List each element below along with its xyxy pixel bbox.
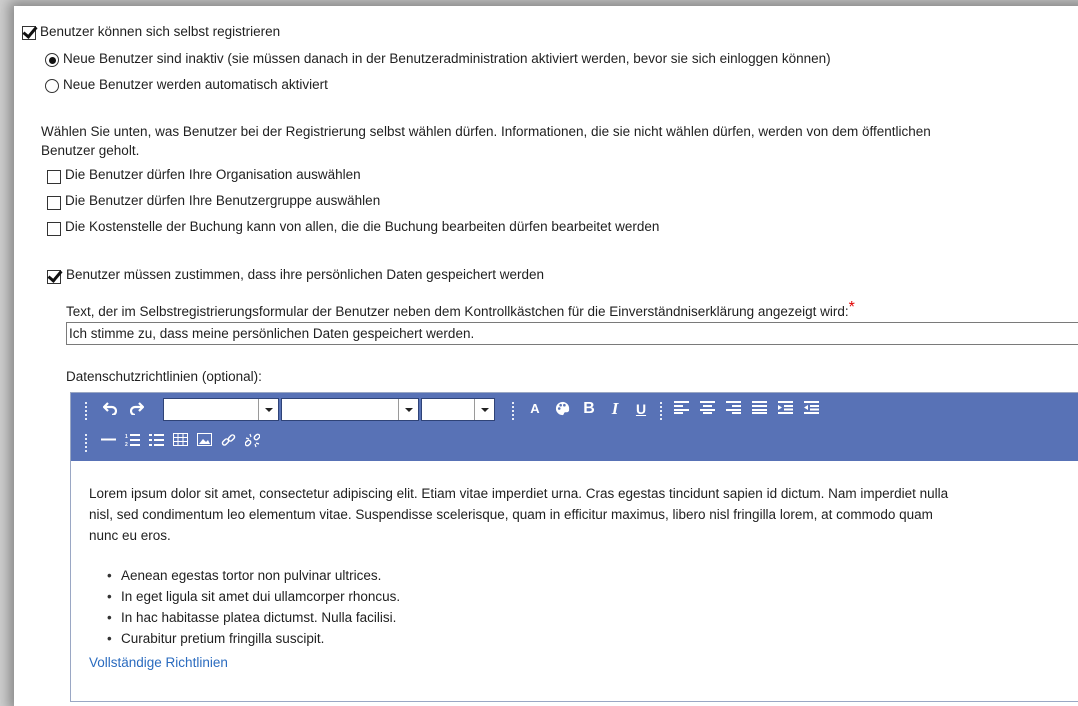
toolbar-separator	[512, 402, 514, 420]
paragraph-line: nunc eu eros.	[89, 528, 171, 543]
group-select-label: Die Benutzer dürfen Ihre Benutzergruppe …	[65, 193, 381, 208]
self-registration-checkbox[interactable]	[22, 26, 36, 40]
unlink-icon[interactable]	[241, 430, 263, 452]
privacy-editor: A B I U 1 2 Lorem ipsum dolor sit amet, …	[70, 392, 1078, 702]
toolbar-grip	[85, 402, 87, 420]
palette-icon[interactable]	[551, 398, 573, 420]
cost-center-label: Die Kostenstelle der Buchung kann von al…	[65, 219, 660, 234]
group-select-checkbox[interactable]	[47, 196, 61, 210]
radio-auto-activate-label: Neue Benutzer werden automatisch aktivie…	[63, 77, 328, 92]
svg-text:2: 2	[125, 442, 128, 447]
font-color-icon[interactable]: A	[524, 398, 546, 420]
underline-icon[interactable]: U	[630, 398, 652, 420]
list-item: Curabitur pretium fringilla suscipit.	[107, 628, 400, 649]
consent-label: Benutzer müssen zustimmen, dass ihre per…	[66, 267, 544, 282]
cost-center-checkbox[interactable]	[47, 222, 61, 236]
full-policy-link[interactable]: Vollständige Richtlinien	[89, 655, 228, 670]
horizontal-rule-icon[interactable]	[97, 430, 119, 452]
unordered-list-icon[interactable]	[145, 430, 167, 452]
ordered-list-icon[interactable]: 12	[121, 430, 143, 452]
link-icon[interactable]	[217, 430, 239, 452]
privacy-label: Datenschutzrichtlinien (optional):	[66, 369, 262, 384]
undo-icon[interactable]	[99, 398, 121, 420]
table-icon[interactable]	[169, 430, 191, 452]
redo-icon[interactable]	[126, 398, 148, 420]
self-registration-label: Benutzer können sich selbst registrieren	[40, 24, 281, 39]
justify-icon[interactable]	[748, 398, 770, 420]
indent-icon[interactable]	[774, 398, 796, 420]
radio-inactive[interactable]	[45, 53, 59, 67]
org-select-checkbox[interactable]	[47, 170, 61, 184]
chevron-down-icon	[398, 399, 418, 420]
privacy-bullet-list: Aenean egestas tortor non pulvinar ultri…	[107, 565, 400, 649]
radio-inactive-label: Neue Benutzer sind inaktiv (sie müssen d…	[63, 51, 831, 66]
selection-info-line1: Wählen Sie unten, was Benutzer bei der R…	[41, 124, 931, 139]
image-icon[interactable]	[193, 430, 215, 452]
required-mark: *	[848, 299, 855, 316]
toolbar-separator	[660, 402, 662, 420]
org-select-label: Die Benutzer dürfen Ihre Organisation au…	[65, 167, 361, 182]
consent-text-input[interactable]	[66, 322, 1078, 345]
italic-icon[interactable]: I	[604, 398, 626, 420]
list-item: In hac habitasse platea dictumst. Nulla …	[107, 607, 400, 628]
paragraph-line: Lorem ipsum dolor sit amet, consectetur …	[89, 486, 949, 501]
editor-content[interactable]: Lorem ipsum dolor sit amet, consectetur …	[71, 461, 1078, 701]
align-center-icon[interactable]	[696, 398, 718, 420]
consent-text-label: Text, der im Selbstregistrierungsformula…	[66, 299, 855, 319]
settings-panel: Benutzer können sich selbst registrieren…	[14, 6, 1078, 706]
align-left-icon[interactable]	[670, 398, 692, 420]
font-family-select[interactable]	[163, 398, 279, 421]
svg-text:1: 1	[125, 434, 128, 440]
list-item: Aenean egestas tortor non pulvinar ultri…	[107, 565, 400, 586]
chevron-down-icon	[474, 399, 494, 420]
font-size-select[interactable]	[281, 398, 419, 421]
toolbar-grip	[85, 434, 87, 452]
heading-select[interactable]	[421, 398, 495, 421]
paragraph-line: nisl, sed condimentum leo elementum vita…	[89, 507, 933, 522]
align-right-icon[interactable]	[722, 398, 744, 420]
editor-toolbar: A B I U 1 2	[71, 393, 1078, 462]
radio-auto-activate[interactable]	[45, 79, 59, 93]
list-item: In eget ligula sit amet dui ullamcorper …	[107, 586, 400, 607]
privacy-paragraph: Lorem ipsum dolor sit amet, consectetur …	[89, 483, 1078, 546]
outdent-icon[interactable]	[800, 398, 822, 420]
chevron-down-icon	[258, 399, 278, 420]
bold-icon[interactable]: B	[578, 398, 600, 420]
selection-info-line2: Benutzer geholt.	[41, 143, 140, 158]
consent-checkbox[interactable]	[47, 270, 61, 284]
